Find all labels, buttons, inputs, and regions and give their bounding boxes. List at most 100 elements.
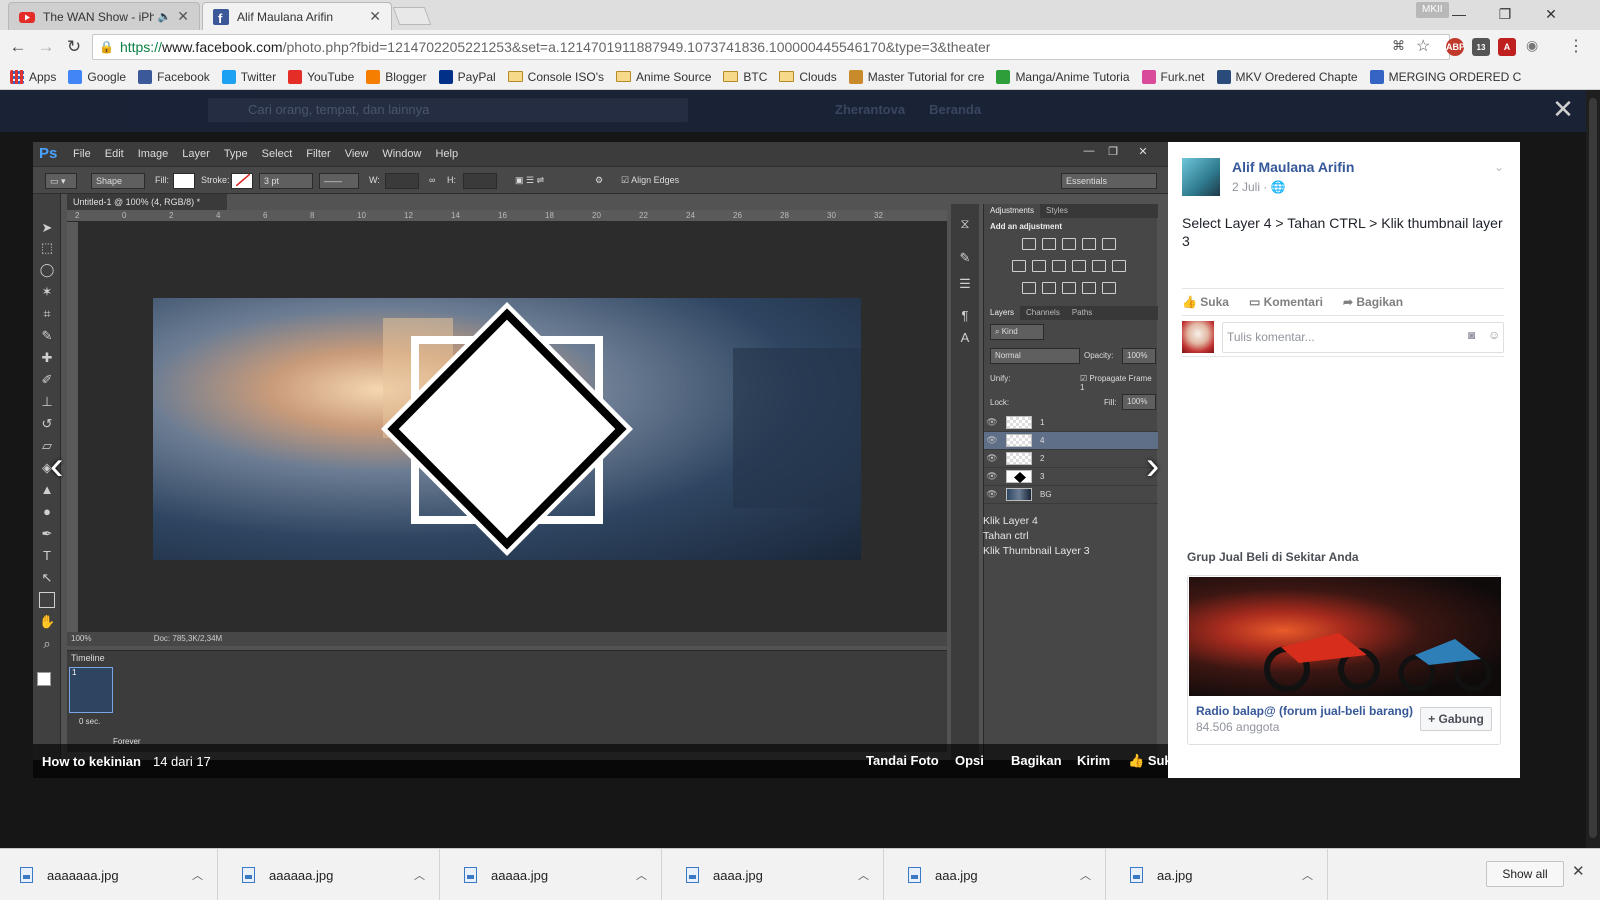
pdf-icon[interactable]: A <box>1498 38 1516 56</box>
tag-photo-button[interactable]: Tandai Foto <box>866 753 939 768</box>
bookmark-facebook[interactable]: Facebook <box>138 69 210 84</box>
youtube-icon <box>288 69 303 84</box>
download-item[interactable]: aaaaaaa.jpg ︿ <box>0 849 218 900</box>
suggested-group-card[interactable]: Radio balap@ (forum jual-beli barang) 84… <box>1187 575 1501 745</box>
bookmark-apps[interactable]: Apps <box>10 69 56 84</box>
download-item[interactable]: aaaa.jpg ︿ <box>666 849 884 900</box>
translate-icon[interactable]: ⌘ <box>1392 38 1405 54</box>
close-theater-icon[interactable]: ✕ <box>1550 96 1576 122</box>
bookmark-paypal[interactable]: PayPal <box>438 69 496 84</box>
bookmark-twitter[interactable]: Twitter <box>221 69 276 84</box>
bookmark-btc[interactable]: BTC <box>723 70 767 84</box>
close-tab-icon[interactable]: ✕ <box>177 8 189 25</box>
ps-link-icon: ∞ <box>429 175 436 185</box>
tab-label: Alif Maulana Arifin <box>237 9 334 24</box>
tab-wan-show[interactable]: The WAN Show - iPho 🔈 ✕ <box>8 2 200 30</box>
show-all-downloads-button[interactable]: Show all <box>1486 861 1564 887</box>
download-item[interactable]: aaa.jpg ︿ <box>888 849 1106 900</box>
ps-fill-value: 100% <box>1122 394 1156 410</box>
chevron-up-icon[interactable]: ︿ <box>192 867 203 883</box>
abp-icon[interactable]: ABP <box>1446 38 1465 56</box>
topbar-home-label: Beranda <box>929 102 982 117</box>
ps-layer-row-4: 👁 4 <box>984 432 1158 450</box>
chevron-up-icon[interactable]: ︿ <box>636 867 647 883</box>
ps-unify-label: Unify: <box>990 374 1011 383</box>
download-item[interactable]: aaaaa.jpg ︿ <box>444 849 662 900</box>
minimize-icon[interactable]: — <box>1436 0 1482 28</box>
ps-history-icon: ⧖ <box>960 216 970 231</box>
camera-icon[interactable]: ◙ <box>1468 328 1475 342</box>
ps-horizontal-ruler: 2 0 2 4 6 8 10 12 14 16 18 20 22 24 26 28 30 32 <box>67 210 947 222</box>
next-photo-arrow[interactable]: › <box>1146 446 1159 486</box>
tab-facebook-photo[interactable]: f Alif Maulana Arifin ✕ <box>202 2 392 30</box>
reload-icon[interactable]: ↻ <box>62 35 86 59</box>
bookmark-merging-ordered-c[interactable]: MERGING ORDERED C <box>1369 69 1521 84</box>
menu-icon[interactable]: ⋮ <box>1568 36 1584 56</box>
download-item[interactable]: aaaaaa.jpg ︿ <box>222 849 440 900</box>
bookmark-clouds[interactable]: Clouds <box>779 70 837 84</box>
scrollbar-thumb[interactable] <box>1589 98 1597 838</box>
new-tab-button[interactable] <box>392 7 432 25</box>
author-avatar[interactable] <box>1182 158 1220 196</box>
back-icon[interactable]: ← <box>6 35 30 59</box>
close-downloads-icon[interactable]: ✕ <box>1572 862 1585 880</box>
bookmark-furk-net[interactable]: Furk.net <box>1141 69 1205 84</box>
emoji-icon[interactable]: ☺ <box>1488 328 1500 342</box>
post-like-button[interactable]: 👍 Suka <box>1182 295 1229 309</box>
brush-tool-icon: ✐ <box>41 372 53 387</box>
speaker-icon[interactable]: 🔈 <box>158 10 172 23</box>
bookmark-master-tutorial-for-cre[interactable]: Master Tutorial for cre <box>848 69 984 84</box>
group-name-link[interactable]: Radio balap@ (forum jual-beli barang) <box>1196 704 1413 718</box>
restore-icon[interactable]: ❐ <box>1482 0 1528 28</box>
bookmark-blogger[interactable]: Blogger <box>366 69 427 84</box>
chevron-up-icon[interactable]: ︿ <box>1302 867 1313 883</box>
bookmark-youtube[interactable]: YouTube <box>288 69 354 84</box>
chevron-up-icon[interactable]: ︿ <box>414 867 425 883</box>
ps-collapsed-panels: ⧖ ✎ ☰ ¶ A <box>951 204 979 760</box>
join-group-button[interactable]: + Gabung <box>1420 707 1492 731</box>
previous-photo-arrow[interactable]: ‹ <box>50 446 63 486</box>
photo-photoshop-screenshot[interactable]: Ps File Edit Image Layer Type Select Filter Vie… <box>33 142 1190 760</box>
address-bar[interactable]: 🔒 https:// www.facebook.com/photo.php?fb… <box>92 34 1450 60</box>
bookmark-star-icon[interactable]: ☆ <box>1416 36 1430 56</box>
ps-gear-icon: ⚙ <box>595 175 604 185</box>
camera-icon[interactable]: ◉ <box>1526 37 1538 54</box>
share-button[interactable]: Bagikan <box>1011 753 1062 768</box>
ps-doc-size: Doc: 785,3K/2,34M <box>153 634 223 643</box>
download-item[interactable]: aa.jpg ︿ <box>1110 849 1328 900</box>
chevron-up-icon[interactable]: ︿ <box>858 867 869 883</box>
close-tab-icon[interactable]: ✕ <box>369 8 381 25</box>
comment-input[interactable]: Tulis komentar... <box>1222 322 1504 353</box>
post-options-chevron-icon[interactable]: ⌄ <box>1494 160 1504 174</box>
foreground-color-swatch <box>37 672 51 686</box>
ps-timeline-panel: Timeline 1 0 sec. Forever <box>67 650 947 752</box>
notifications-icon[interactable]: 13 <box>1472 38 1490 56</box>
send-button[interactable]: Kirim <box>1077 753 1110 768</box>
window-close-icon[interactable]: ✕ <box>1528 0 1574 28</box>
group-cover-photo[interactable] <box>1189 577 1501 696</box>
bookmark-anime-source[interactable]: Anime Source <box>616 70 711 84</box>
bookmark-manga-anime-tutoria[interactable]: Manga/Anime Tutoria <box>996 69 1130 84</box>
post-share-button[interactable]: ➦ Bagikan <box>1343 295 1403 309</box>
author-name-link[interactable]: Alif Maulana Arifin <box>1232 159 1354 175</box>
forward-icon[interactable]: → <box>34 35 58 59</box>
ruler-tick-label: 12 <box>404 211 413 220</box>
album-title-link[interactable]: How to kekinian <box>42 754 141 769</box>
post-date[interactable]: 2 Juli · 🌐 <box>1232 180 1286 194</box>
photo-info-panel: Alif Maulana Arifin ⌄ 2 Juli · 🌐 Select … <box>1168 142 1520 778</box>
magic-wand-icon: ✶ <box>41 284 53 299</box>
bookmark-label: Furk.net <box>1160 69 1205 84</box>
page-scrollbar[interactable] <box>1586 90 1600 848</box>
google-icon <box>68 69 83 84</box>
folder-icon <box>616 71 631 82</box>
bookmark-mkv-oredered-chapte[interactable]: MKV Oredered Chapte <box>1216 69 1358 84</box>
post-comment-button[interactable]: ▭ Komentari <box>1249 295 1323 309</box>
chevron-up-icon[interactable]: ︿ <box>1080 867 1091 883</box>
ps-opacity-label: Opacity: <box>1084 351 1114 360</box>
options-button[interactable]: Opsi <box>955 753 984 768</box>
url-path: /photo.php?fbid=1214702205221253&set=a.1… <box>282 39 991 55</box>
bookmark-google[interactable]: Google <box>68 69 126 84</box>
youtube-icon <box>19 9 35 25</box>
bookmark-console-iso-s[interactable]: Console ISO's <box>507 70 604 84</box>
facebook-icon: f <box>213 8 229 26</box>
